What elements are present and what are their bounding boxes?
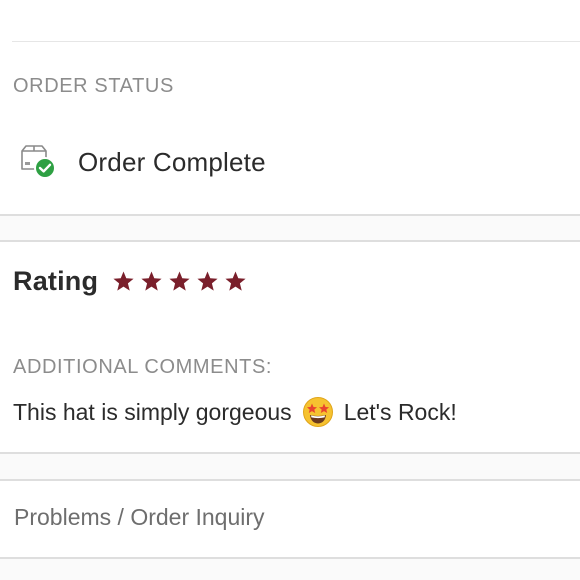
rating-label: Rating bbox=[13, 265, 99, 296]
rating-row: Rating bbox=[13, 262, 247, 300]
comment-text-after: Let's Rock! bbox=[343, 398, 457, 425]
star-struck-emoji-icon bbox=[302, 397, 333, 427]
top-divider bbox=[12, 41, 580, 42]
problems-order-inquiry-link[interactable]: Problems / Order Inquiry bbox=[14, 503, 265, 531]
star-icon bbox=[169, 270, 190, 291]
star-icon bbox=[225, 270, 246, 291]
package-complete-icon bbox=[18, 142, 58, 182]
star-icon bbox=[141, 270, 162, 291]
order-status-label: ORDER STATUS bbox=[13, 75, 174, 97]
section-divider bbox=[0, 214, 580, 242]
order-status-value: Order Complete bbox=[78, 146, 266, 177]
comment-text: This hat is simply gorgeous Let's Rock! bbox=[13, 395, 457, 429]
additional-comments-label: ADDITIONAL COMMENTS: bbox=[13, 356, 273, 378]
section-divider bbox=[0, 452, 580, 481]
section-divider bbox=[0, 557, 580, 580]
order-detail-page: ORDER STATUS Order Complete Rating ADDIT… bbox=[0, 0, 580, 580]
comment-text-before: This hat is simply gorgeous bbox=[13, 398, 292, 425]
star-rating bbox=[112, 270, 247, 293]
star-icon bbox=[113, 270, 134, 291]
star-icon bbox=[197, 270, 218, 291]
order-status-row: Order Complete bbox=[18, 140, 266, 184]
